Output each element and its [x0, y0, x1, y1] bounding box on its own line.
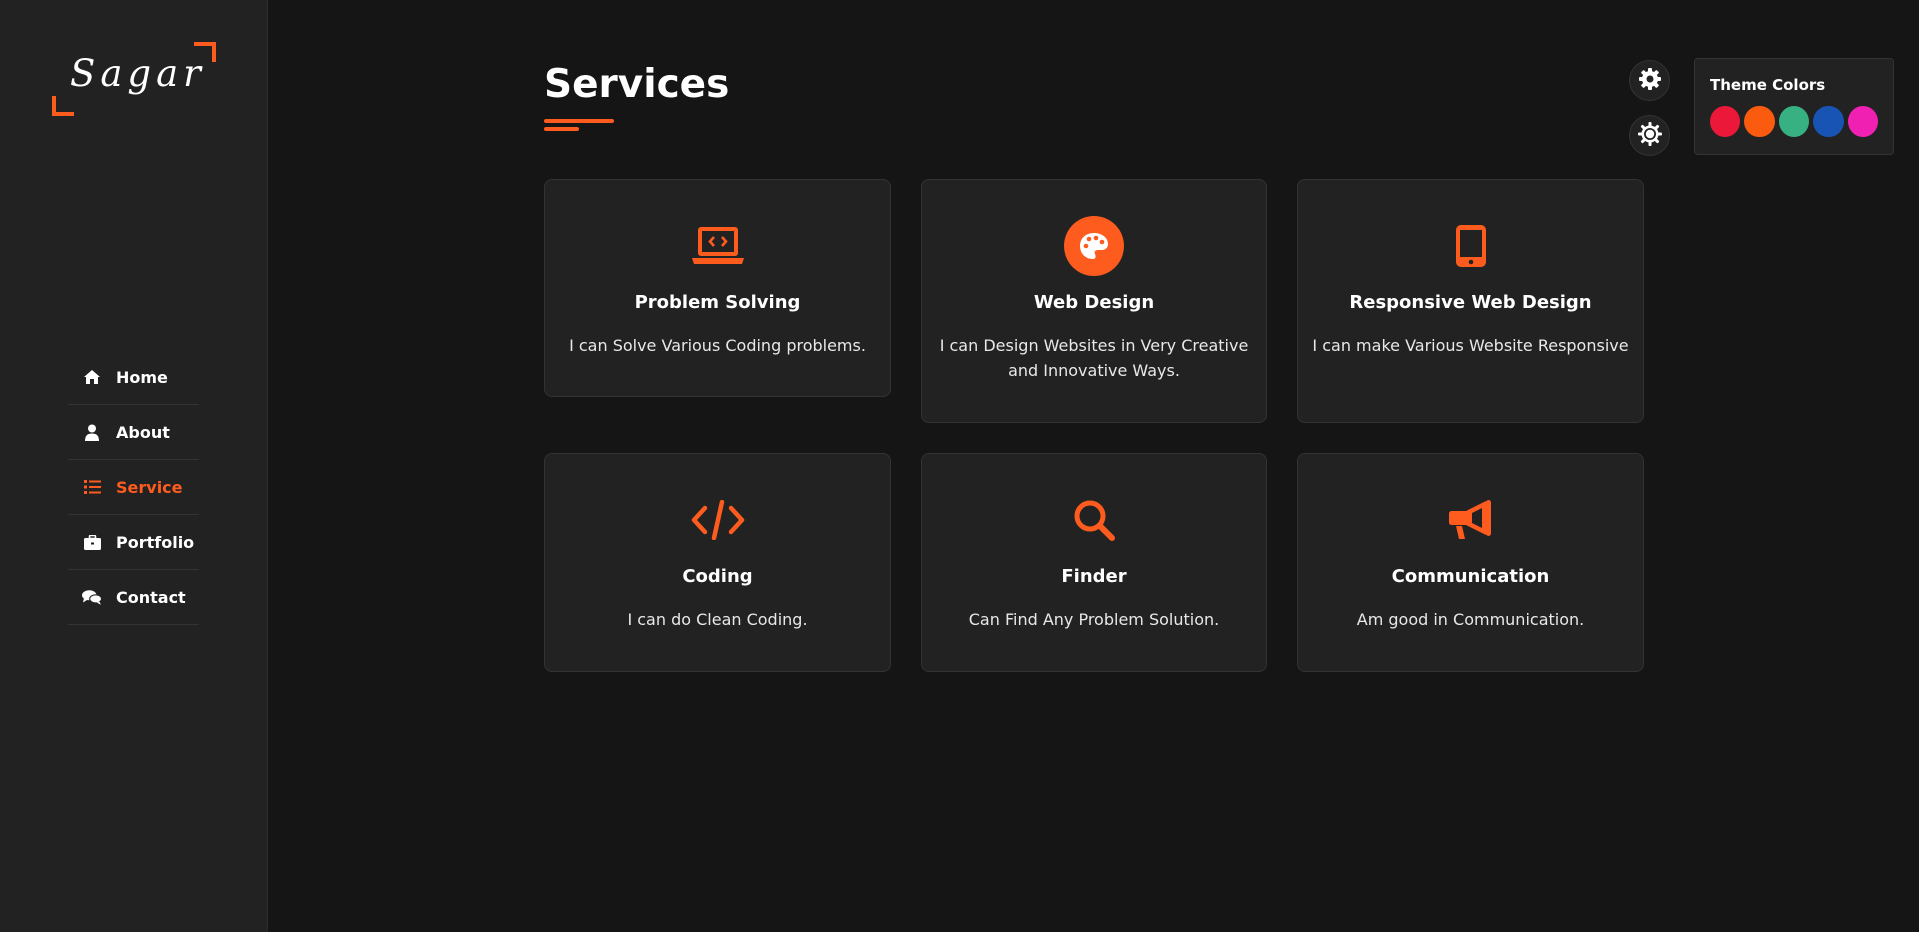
theme-colors-panel: Theme Colors — [1694, 58, 1894, 155]
nav-item-label: Service — [116, 477, 183, 497]
color-swatch-pink[interactable] — [1847, 106, 1879, 137]
card-title: Finder — [1061, 566, 1127, 587]
gear-icon — [1638, 67, 1661, 94]
search-icon — [922, 490, 1266, 550]
color-swatch-red[interactable] — [1710, 106, 1741, 137]
nav-item-label: Portfolio — [116, 532, 195, 552]
title-underline — [544, 119, 614, 123]
day-night-toggle-button[interactable] — [1629, 115, 1670, 156]
nav-item-about[interactable]: About — [68, 405, 199, 460]
logo[interactable]: Sagar — [52, 42, 216, 116]
service-card-coding: Coding I can do Clean Coding. — [544, 453, 891, 672]
card-description: I can Design Websites in Very Creative a… — [939, 336, 1249, 380]
nav-item-home[interactable]: Home — [68, 350, 199, 405]
mobile-icon — [1298, 216, 1643, 276]
nav-item-service[interactable]: Service — [68, 460, 199, 515]
card-description: Can Find Any Problem Solution. — [968, 610, 1220, 629]
comments-icon — [82, 588, 102, 606]
theme-panel-title: Theme Colors — [1710, 76, 1826, 94]
color-swatch-orange[interactable] — [1744, 106, 1775, 137]
sun-icon — [1637, 121, 1662, 150]
card-description: I can make Various Website Responsive — [1312, 336, 1629, 355]
nav-item-label: About — [116, 422, 170, 442]
code-icon — [545, 490, 890, 550]
logo-corner-bottom-left — [52, 96, 74, 116]
color-swatches — [1710, 106, 1879, 137]
color-swatch-blue[interactable] — [1813, 106, 1844, 137]
card-description: Am good in Communication. — [1356, 610, 1585, 629]
card-title: Coding — [682, 566, 753, 587]
user-icon — [82, 423, 102, 441]
list-icon — [82, 478, 102, 496]
card-title: Communication — [1391, 566, 1550, 587]
bullhorn-icon — [1298, 490, 1643, 550]
sidebar: Sagar Home About Service Portfolio Conta… — [0, 0, 268, 932]
laptop-code-icon — [545, 216, 890, 276]
card-title: Web Design — [1033, 292, 1155, 313]
briefcase-icon — [82, 533, 102, 551]
card-description: I can Solve Various Coding problems. — [569, 336, 866, 355]
service-card-communication: Communication Am good in Communication. — [1297, 453, 1644, 672]
logo-text: Sagar — [70, 52, 206, 95]
title-underline — [544, 127, 579, 131]
nav-item-label: Home — [116, 367, 168, 387]
card-title: Problem Solving — [634, 292, 801, 313]
service-card-finder: Finder Can Find Any Problem Solution. — [921, 453, 1267, 672]
nav-item-contact[interactable]: Contact — [68, 570, 199, 625]
service-card-responsive-web-design: Responsive Web Design I can make Various… — [1297, 179, 1644, 423]
card-title: Responsive Web Design — [1349, 292, 1592, 313]
settings-toggle-button[interactable] — [1629, 60, 1670, 101]
nav-item-label: Contact — [116, 587, 186, 607]
service-card-problem-solving: Problem Solving I can Solve Various Codi… — [544, 179, 891, 397]
palette-icon — [922, 216, 1266, 276]
service-card-web-design: Web Design I can Design Websites in Very… — [921, 179, 1267, 423]
main-nav: Home About Service Portfolio Contact — [68, 350, 199, 625]
page-title: Services — [544, 62, 730, 107]
card-description: I can do Clean Coding. — [627, 610, 808, 629]
nav-item-portfolio[interactable]: Portfolio — [68, 515, 199, 570]
color-swatch-green[interactable] — [1778, 106, 1810, 137]
home-icon — [82, 368, 102, 386]
